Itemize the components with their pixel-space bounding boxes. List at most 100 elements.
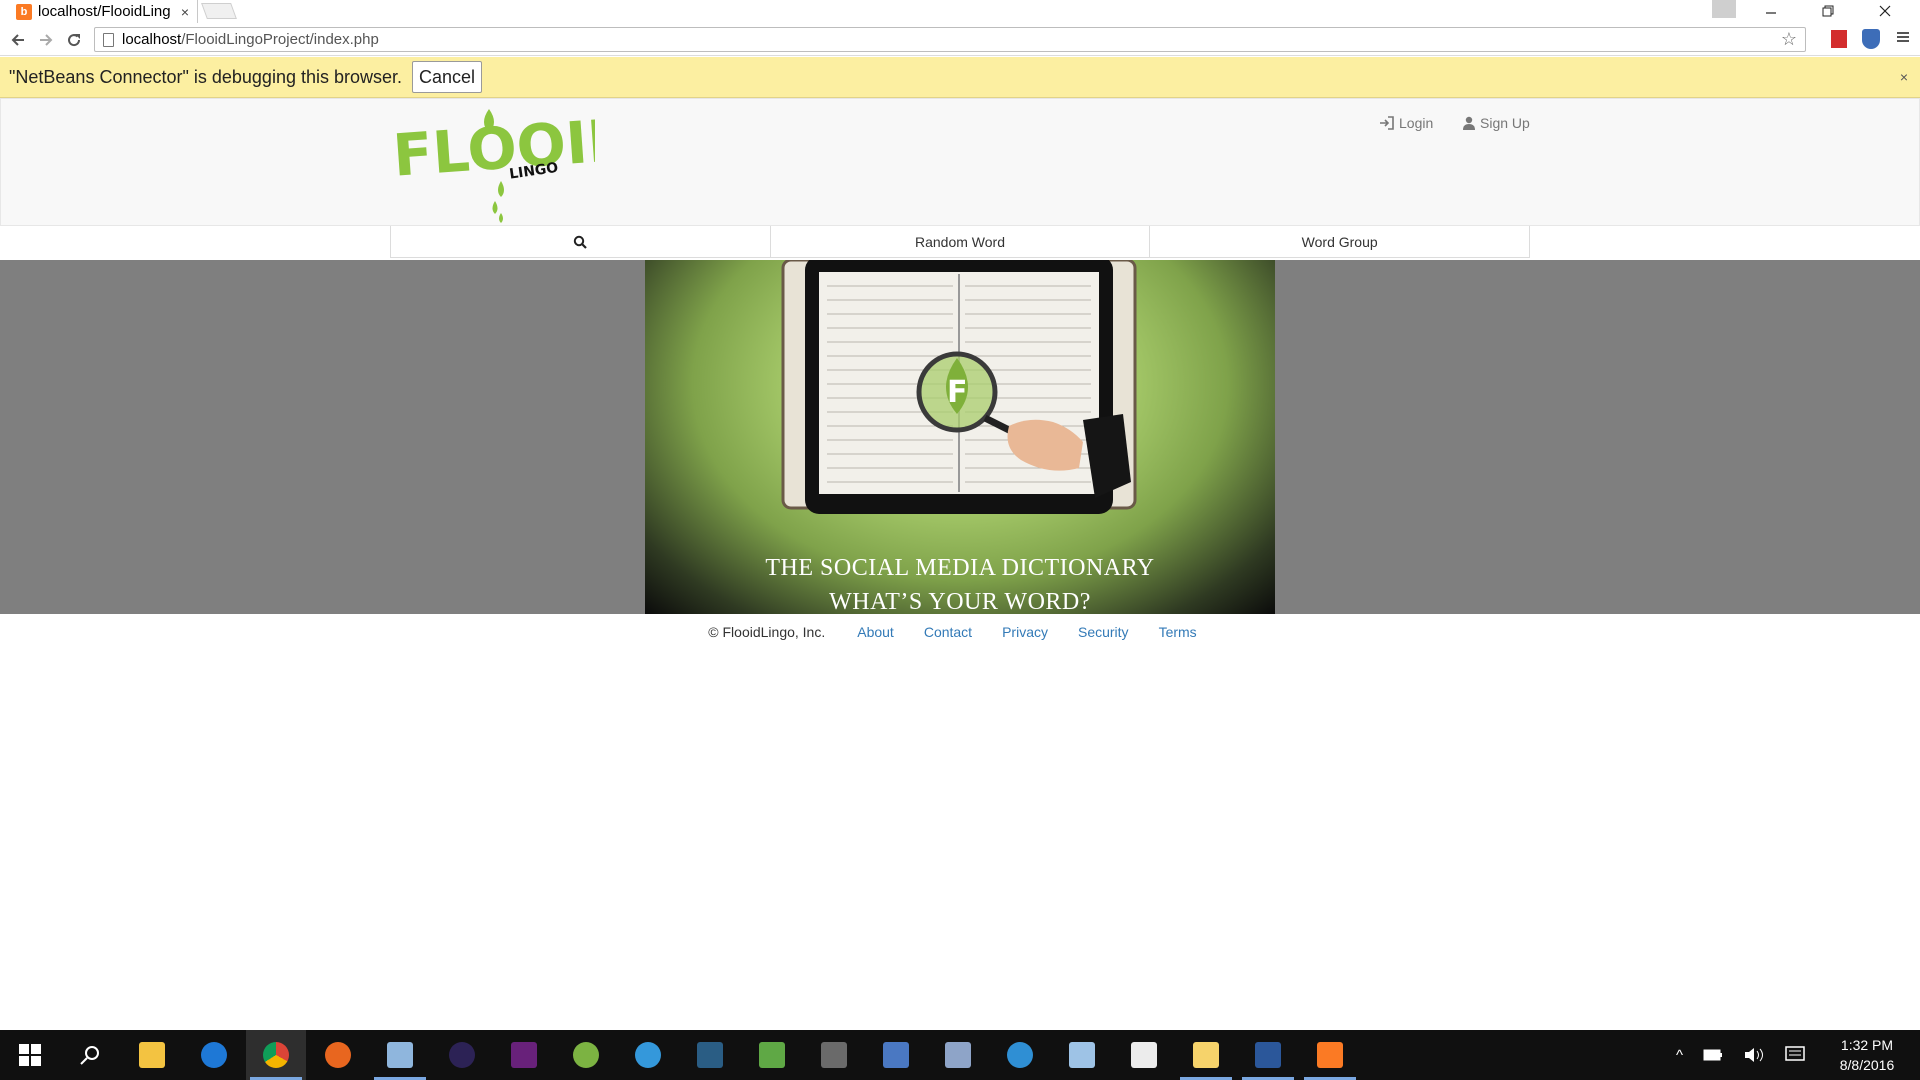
taskbar-search[interactable] [60, 1030, 120, 1080]
eclipse-icon [449, 1042, 475, 1068]
cancel-button[interactable]: Cancel [412, 61, 483, 93]
taskbar-eclipse[interactable] [432, 1030, 492, 1080]
taskbar-firefox[interactable] [308, 1030, 368, 1080]
network-icon [883, 1042, 909, 1068]
new-tab-button[interactable] [201, 3, 237, 19]
address-bar[interactable]: localhost /FlooidLingoProject/index.php … [94, 27, 1806, 52]
taskbar-android-studio[interactable] [556, 1030, 616, 1080]
taskbar-virtualbox[interactable] [370, 1030, 430, 1080]
footer-link-security[interactable]: Security [1078, 624, 1129, 640]
site-header: FLOOID LINGO Login Sign Up [0, 98, 1920, 226]
login-label: Login [1399, 115, 1434, 131]
taskbar-sync[interactable] [990, 1030, 1050, 1080]
nav-search[interactable] [390, 226, 771, 258]
system-tray: ^ [1676, 1030, 1805, 1080]
nav-random-word[interactable]: Random Word [770, 226, 1151, 258]
show-hidden-icons-icon[interactable]: ^ [1676, 1047, 1683, 1064]
flooid-lingo-logo[interactable]: FLOOID LINGO [391, 101, 595, 227]
hamburger-icon [1897, 32, 1909, 42]
back-icon [11, 34, 24, 46]
visual-studio-icon [511, 1042, 537, 1068]
site-nav: Random Word Word Group [390, 226, 1531, 258]
device-icon [945, 1042, 971, 1068]
volume-icon[interactable] [1743, 1046, 1765, 1064]
infobar-close-icon[interactable]: × [1900, 69, 1908, 85]
mysql-workbench-icon [697, 1042, 723, 1068]
site-footer: © FlooidLingo, Inc. About Contact Privac… [0, 620, 1920, 644]
signup-label: Sign Up [1480, 115, 1530, 131]
chrome-icon [263, 1042, 289, 1068]
menu-icon[interactable] [1895, 29, 1911, 50]
xampp-favicon-icon: b [16, 3, 32, 20]
taskbar-chrome[interactable] [246, 1030, 306, 1080]
forward-icon [40, 34, 53, 46]
xamarin-icon [635, 1042, 661, 1068]
browser-tab[interactable]: b localhost/FlooidLing × [8, 0, 198, 23]
action-center-icon[interactable] [1785, 1046, 1805, 1064]
vmware-icon [821, 1042, 847, 1068]
taskbar-folder[interactable] [1176, 1030, 1236, 1080]
minimize-button[interactable] [1748, 0, 1794, 22]
address-host: localhost [122, 31, 182, 48]
taskbar-device[interactable] [928, 1030, 988, 1080]
firefox-icon [325, 1042, 351, 1068]
shield-extension-icon[interactable] [1862, 29, 1880, 49]
nav-word-group[interactable]: Word Group [1150, 226, 1531, 258]
login-link[interactable]: Login [1379, 115, 1433, 131]
clock-time: 1:32 PM [1840, 1037, 1894, 1053]
tablet-icon [1069, 1042, 1095, 1068]
hero-line-2: WHAT’S YOUR WORD? [829, 589, 1091, 614]
search-icon [80, 1046, 99, 1065]
copyright-text: © FlooidLingo, Inc. [708, 624, 826, 640]
bookmark-star-icon[interactable]: ☆ [1781, 29, 1797, 50]
hero-line-1: THE SOCIAL MEDIA DICTIONARY [765, 555, 1155, 581]
login-icon [1380, 116, 1394, 130]
taskbar-vmware[interactable] [804, 1030, 864, 1080]
taskbar-visual-studio[interactable] [494, 1030, 554, 1080]
taskbar-file-explorer[interactable] [122, 1030, 182, 1080]
hero-band: F THE SOCIAL MEDIA DICTIONARY WHAT’S YOU… [0, 260, 1920, 614]
taskbar-mysql-workbench[interactable] [680, 1030, 740, 1080]
page-icon [103, 32, 114, 47]
taskbar-edge[interactable] [184, 1030, 244, 1080]
extension-icon[interactable] [1831, 30, 1847, 48]
tab-strip: b localhost/FlooidLing × [0, 0, 1920, 23]
reload-button[interactable] [62, 28, 86, 52]
close-window-button[interactable] [1862, 0, 1908, 22]
back-button[interactable] [6, 28, 30, 52]
reload-icon [68, 34, 81, 47]
user-profile-icon[interactable] [1712, 0, 1736, 18]
forward-button[interactable] [34, 28, 58, 52]
taskbar-word[interactable] [1238, 1030, 1298, 1080]
notepad-icon [759, 1042, 785, 1068]
folder-icon [1193, 1042, 1219, 1068]
restore-button[interactable] [1805, 0, 1851, 22]
taskbar-network[interactable] [866, 1030, 926, 1080]
taskbar-notepad[interactable] [742, 1030, 802, 1080]
search-icon [574, 235, 588, 249]
file-explorer-icon [139, 1042, 165, 1068]
battery-icon[interactable] [1703, 1048, 1723, 1062]
infobar-message: "NetBeans Connector" is debugging this b… [9, 66, 403, 87]
taskbar-calculator[interactable] [1114, 1030, 1174, 1080]
footer-link-privacy[interactable]: Privacy [1002, 624, 1048, 640]
taskbar-tablet[interactable] [1052, 1030, 1112, 1080]
taskbar-xamarin[interactable] [618, 1030, 678, 1080]
taskbar-xampp[interactable] [1300, 1030, 1360, 1080]
virtualbox-icon [387, 1042, 413, 1068]
web-page: FLOOID LINGO Login Sign Up Random Word W… [0, 98, 1920, 1030]
hero-banner: F THE SOCIAL MEDIA DICTIONARY WHAT’S YOU… [645, 260, 1275, 614]
android-studio-icon [573, 1042, 599, 1068]
address-path: /FlooidLingoProject/index.php [181, 31, 379, 48]
taskbar-clock[interactable]: 1:32 PM 8/8/2016 [1820, 1035, 1914, 1075]
footer-link-terms[interactable]: Terms [1159, 624, 1197, 640]
footer-link-about[interactable]: About [857, 624, 894, 640]
tab-close-icon[interactable]: × [177, 4, 193, 20]
signup-link[interactable]: Sign Up [1462, 115, 1530, 131]
start-button[interactable] [0, 1030, 60, 1080]
footer-link-contact[interactable]: Contact [924, 624, 972, 640]
tab-title: localhost/FlooidLing [38, 3, 171, 20]
edge-icon [201, 1042, 227, 1068]
minimize-icon [1766, 12, 1776, 14]
svg-text:F: F [947, 375, 968, 410]
